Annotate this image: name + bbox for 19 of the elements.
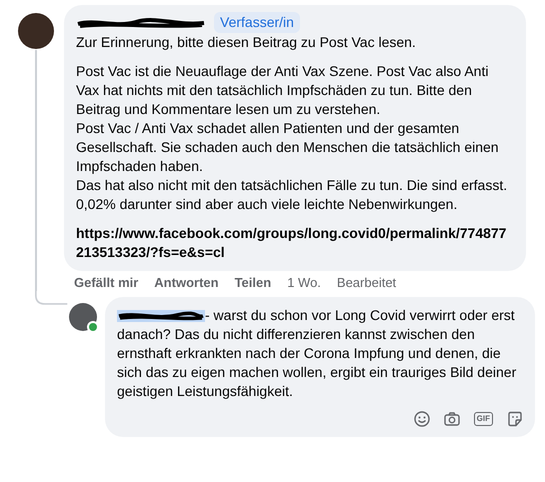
reply-text: - warst du schon vor Long Covid verwirrt oder erst danach? Das du nicht differenzieren kannst zwischen den ernsthaft erkrankten nach der Corona Impfung und denen, die sich das zu eigen machen wollen, ergibt ein trauriges Bild deiner geistigen Leistungsfähigkeit. xyxy=(117,306,518,401)
avatar[interactable] xyxy=(69,303,97,331)
gif-button[interactable]: GIF xyxy=(474,412,493,426)
author-badge: Verfasser/in xyxy=(214,12,300,33)
meta-text: 1 Wo. xyxy=(287,275,321,291)
emoji-icon[interactable] xyxy=(414,411,430,427)
redacted-mention-link[interactable] xyxy=(117,310,205,322)
comment-text: Post Vac ist die Neuauflage der Anti Vax Szene. Post Vac also Anti Vax hat nichts mit den tatsächlich Impfschäden zu tun. Bitte den Beitrag und Kommentare lesen um zu verstehen. xyxy=(76,62,490,119)
avatar[interactable] xyxy=(18,13,54,49)
camera-icon[interactable] xyxy=(444,411,460,427)
meta-text: Bearbeitet xyxy=(336,275,396,291)
comment-text: Das hat also nicht mit den tatsächlichen Fälle zu tun. Die sind erfasst. 0,02% darunter sind aber auch viele leichte Nebenwirkungen. xyxy=(76,176,508,214)
action-link[interactable]: Teilen xyxy=(234,275,272,291)
post-link[interactable]: https://www.facebook.com/groups/long.covid0/permalink/774877213513323/?fs=e&s=cl xyxy=(76,224,514,262)
comment-text: Zur Erinnerung, bitte diesen Beitrag zu Post Vac lesen. xyxy=(76,33,417,52)
comment-text: Post Vac / Anti Vax schadet allen Patienten und der gesamten Gesellschaft. Sie schaden auch den Menschen die tatsächlich einen Impfschaden haben. xyxy=(76,119,500,176)
action-link[interactable]: Antworten xyxy=(154,275,219,291)
action-link[interactable]: Gefällt mir xyxy=(74,275,138,291)
sticker-icon[interactable] xyxy=(507,411,523,427)
